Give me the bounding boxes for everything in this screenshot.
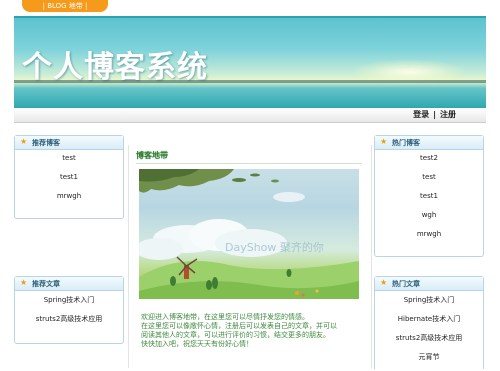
list-item[interactable]: test [15, 154, 123, 173]
panel-title: 推荐文章 [32, 280, 60, 288]
hot-articles-panel: ★ 热门文章 Spring技术入门 Hibernate技术入门 struts2高… [374, 276, 484, 369]
list-item[interactable]: struts2高级技术应用 [375, 333, 483, 352]
section-title: 博客地带 [136, 151, 168, 160]
list-item[interactable]: struts2高级技术应用 [15, 314, 123, 333]
list-item[interactable]: Spring技术入门 [15, 295, 123, 314]
panel-header: ★ 热门博客 [375, 136, 483, 150]
recommended-articles-list: Spring技术入门 struts2高级技术应用 [15, 291, 123, 333]
list-item[interactable]: test1 [15, 173, 123, 192]
main-content: 博客地带 DayShow 聚齐的你 欢迎进入博客地带，在这里您可以尽情抒发您的情… [128, 145, 372, 368]
star-icon: ★ [20, 278, 28, 287]
panel-header: ★ 热门文章 [375, 277, 483, 291]
divider [136, 163, 362, 164]
recommended-blogs-list: test test1 mrwgh [15, 150, 123, 211]
list-item[interactable]: test1 [375, 192, 483, 211]
list-item[interactable]: test2 [375, 154, 483, 173]
panel-title: 推荐博客 [32, 139, 60, 147]
panel-title: 热门文章 [392, 280, 420, 288]
site-title: 个人博客系统 [22, 50, 208, 85]
welcome-line: 在这里您可以像敞怀心情，注册后可以发表自己的文章，并可以 [141, 322, 337, 330]
hot-articles-list: Spring技术入门 Hibernate技术入门 struts2高级技术应用 元… [375, 291, 483, 371]
panel-header: ★ 推荐博客 [15, 136, 123, 150]
watermark-text: DayShow 聚齐的你 [225, 241, 324, 254]
landscape-illustration [139, 169, 359, 299]
nav-bar: 登录 | 注册 [14, 108, 486, 123]
blog-zone-tab[interactable]: | BLOG 地带 | [22, 0, 108, 12]
welcome-line: 欢迎进入博客地带，在这里您可以尽情抒发您的情感。 [141, 313, 309, 321]
site-banner: 个人博客系统 [14, 16, 486, 108]
nav-separator: | [433, 110, 436, 119]
list-item[interactable]: test [375, 173, 483, 192]
star-icon: ★ [380, 137, 388, 146]
star-icon: ★ [20, 137, 28, 146]
list-item[interactable]: wgh [375, 211, 483, 230]
recommended-blogs-panel: ★ 推荐博客 test test1 mrwgh [14, 135, 124, 219]
star-icon: ★ [380, 278, 388, 287]
list-item[interactable]: 元宵节 [375, 352, 483, 371]
register-link[interactable]: 注册 [438, 110, 458, 119]
panel-header: ★ 推荐文章 [15, 277, 123, 291]
list-item[interactable]: mrwgh [375, 230, 483, 249]
welcome-line: 快快加入吧，祝您天天有份好心情！ [141, 340, 253, 348]
list-item[interactable]: Hibernate技术入门 [375, 314, 483, 333]
recommended-articles-panel: ★ 推荐文章 Spring技术入门 struts2高级技术应用 [14, 276, 124, 344]
list-item[interactable]: mrwgh [15, 192, 123, 211]
list-item[interactable]: Spring技术入门 [375, 295, 483, 314]
login-link[interactable]: 登录 [411, 110, 431, 119]
welcome-message: 欢迎进入博客地带，在这里您可以尽情抒发您的情感。 在这里您可以像敞怀心情，注册后… [141, 313, 367, 349]
panel-title: 热门博客 [392, 139, 420, 147]
hot-blogs-panel: ★ 热门博客 test2 test test1 wgh mrwgh [374, 135, 484, 257]
welcome-line: 阅读其他人的文章，可以进行评价的习惯，结交更多的朋友。 [141, 331, 330, 339]
hot-blogs-list: test2 test test1 wgh mrwgh [375, 150, 483, 249]
auth-links: 登录 | 注册 [411, 109, 458, 120]
landscape-drawing [139, 169, 359, 299]
